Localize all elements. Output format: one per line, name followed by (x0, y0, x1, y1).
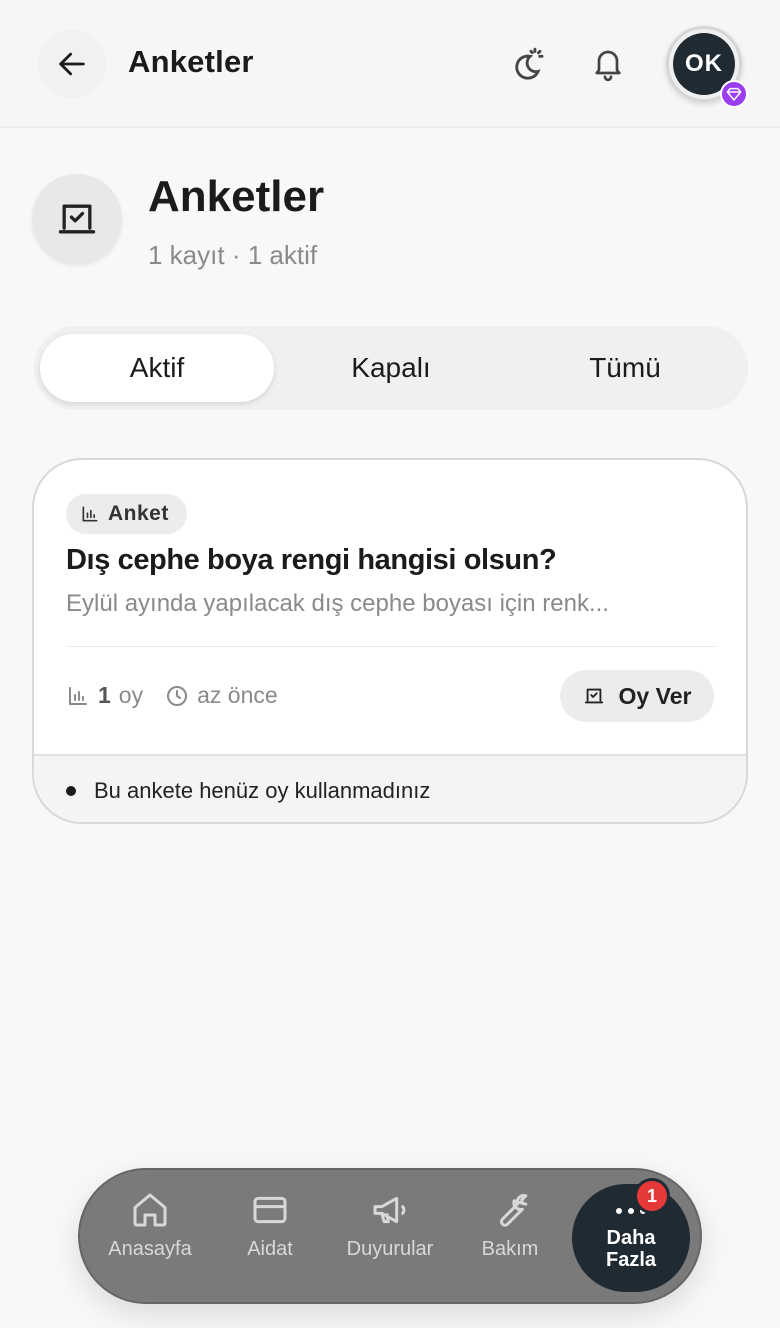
home-icon (133, 1193, 167, 1227)
poll-meta: 1 oy az önce (66, 682, 278, 709)
nav-item-aidat[interactable]: Aidat (210, 1190, 330, 1261)
filter-tabs: Aktif Kapalı Tümü (34, 326, 748, 410)
nav-item-daha-fazla[interactable]: Daha Fazla (572, 1184, 690, 1292)
vote-button-label: Oy Ver (618, 682, 692, 709)
nav-item-label: Bakım (481, 1238, 539, 1260)
nav-item-label: Duyurular (346, 1238, 434, 1260)
page-subtitle: 1 kayıt · 1 aktif (148, 240, 318, 270)
poll-type-badge: Anket (66, 494, 187, 534)
bottom-navigation: Anasayfa Aidat Duyurular Bakım Daha Fazl… (78, 1168, 702, 1304)
polls-page-icon (32, 174, 122, 264)
back-button[interactable] (38, 30, 106, 98)
card-icon (253, 1196, 287, 1224)
page-title: Anketler (148, 172, 325, 221)
poll-status-text: Bu ankete henüz oy kullanmadınız (94, 778, 431, 803)
card-divider (66, 646, 716, 647)
megaphone-icon (373, 1196, 406, 1224)
arrow-left-icon (59, 52, 85, 76)
tab-kapali[interactable]: Kapalı (274, 334, 508, 402)
nav-item-anasayfa[interactable]: Anasayfa (90, 1190, 210, 1261)
poll-type-label: Anket (108, 502, 169, 525)
poll-description: Eylül ayında yapılacak dış cephe boyası … (66, 590, 609, 617)
top-app-bar: Anketler OK (0, 0, 780, 128)
nav-item-label: Aidat (247, 1238, 293, 1260)
poll-time: az önce (165, 682, 278, 709)
tab-aktif[interactable]: Aktif (40, 334, 274, 402)
poll-time-label: az önce (197, 682, 278, 708)
tab-tumu[interactable]: Tümü (508, 334, 742, 402)
notification-count-badge: 1 (634, 1178, 670, 1214)
vote-count-unit: oy (118, 682, 144, 708)
vote-box-icon (584, 688, 603, 704)
poll-status-footer: Bu ankete henüz oy kullanmadınız (34, 754, 746, 822)
theme-toggle-button[interactable] (504, 42, 550, 88)
bell-icon (595, 50, 621, 82)
bar-chart-icon (82, 506, 98, 522)
poll-title: Dış cephe boya rengi hangisi olsun? (66, 544, 557, 576)
nav-item-label: Anasayfa (108, 1238, 192, 1260)
diamond-icon (726, 87, 742, 101)
nav-item-bakim[interactable]: Bakım (450, 1190, 570, 1261)
vote-count: 1 oy (66, 682, 143, 709)
moon-sun-icon (515, 47, 544, 80)
nav-item-duyurular[interactable]: Duyurular (330, 1190, 450, 1261)
bar-chart-icon (69, 686, 87, 705)
notifications-button[interactable] (584, 40, 632, 88)
vote-button[interactable]: Oy Ver (560, 670, 714, 722)
clock-icon (167, 685, 188, 706)
vote-box-icon (58, 204, 96, 234)
wrench-icon (499, 1194, 528, 1227)
vote-count-value: 1 (98, 682, 111, 708)
status-dot (66, 786, 76, 796)
premium-badge (720, 80, 748, 108)
header-title: Anketler (128, 44, 254, 79)
nav-more-label-2: Fazla (605, 1249, 657, 1271)
poll-card[interactable]: Anket Dış cephe boya rengi hangisi olsun… (32, 458, 748, 824)
nav-more-label-1: Daha (606, 1227, 656, 1249)
